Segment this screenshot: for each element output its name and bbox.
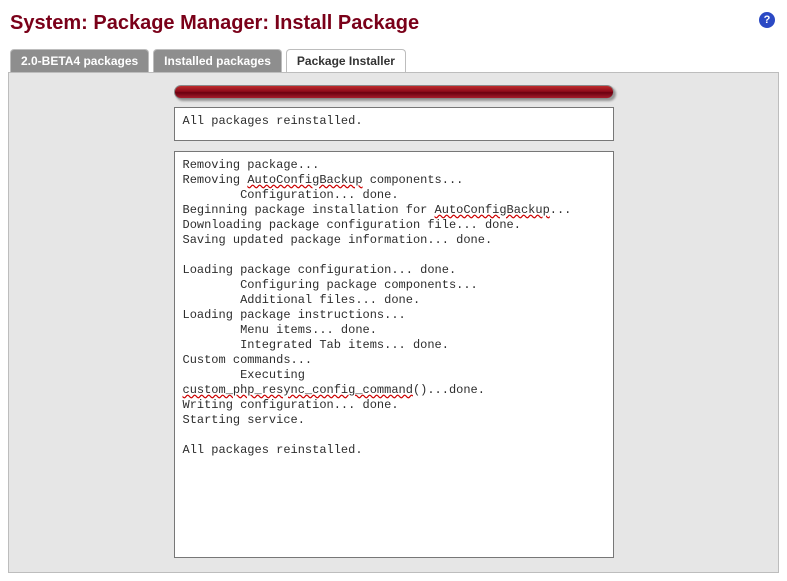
log-token: Executing bbox=[183, 368, 313, 382]
content-panel: All packages reinstalled. Removing packa… bbox=[8, 72, 779, 573]
log-line: Removing package... bbox=[183, 158, 605, 173]
log-line: Loading package configuration... done. bbox=[183, 263, 605, 278]
tab-installed-packages[interactable]: Installed packages bbox=[153, 49, 282, 72]
log-token: Beginning package installation for bbox=[183, 203, 435, 217]
tab-2-0-beta4-packages[interactable]: 2.0-BETA4 packages bbox=[10, 49, 149, 72]
log-token: Loading package configuration... done. bbox=[183, 263, 457, 277]
log-token: Integrated Tab items... done. bbox=[183, 338, 449, 352]
log-line: Custom commands... bbox=[183, 353, 605, 368]
log-token: Menu items... done. bbox=[183, 323, 377, 337]
log-line: Additional files... done. bbox=[183, 293, 605, 308]
log-line: Writing configuration... done. bbox=[183, 398, 605, 413]
log-token: ()...done. bbox=[413, 383, 485, 397]
log-token-underlined: custom_php_resync_config_command bbox=[183, 383, 413, 397]
help-icon[interactable]: ? bbox=[759, 12, 775, 28]
progress-wrap bbox=[9, 85, 778, 99]
log-line bbox=[183, 428, 605, 443]
status-box: All packages reinstalled. bbox=[174, 107, 614, 141]
log-token: Downloading package configuration file..… bbox=[183, 218, 521, 232]
progress-bar bbox=[174, 85, 614, 99]
log-line: Starting service. bbox=[183, 413, 605, 428]
log-token: Saving updated package information... do… bbox=[183, 233, 493, 247]
log-token-underlined: AutoConfigBackup bbox=[435, 203, 550, 217]
log-line: Executing custom_php_resync_config_comma… bbox=[183, 368, 605, 398]
log-box: Removing package...Removing AutoConfigBa… bbox=[174, 151, 614, 558]
log-token: All packages reinstalled. bbox=[183, 443, 363, 457]
log-token-underlined: AutoConfigBackup bbox=[247, 173, 362, 187]
log-token: Writing configuration... done. bbox=[183, 398, 399, 412]
log-token: Loading package instructions... bbox=[183, 308, 406, 322]
log-line: Menu items... done. bbox=[183, 323, 605, 338]
log-line bbox=[183, 248, 605, 263]
tabs: 2.0-BETA4 packagesInstalled packagesPack… bbox=[8, 49, 779, 72]
log-token: components... bbox=[363, 173, 464, 187]
log-line: Integrated Tab items... done. bbox=[183, 338, 605, 353]
log-token: Configuration... done. bbox=[183, 188, 399, 202]
log-line: Configuring package components... bbox=[183, 278, 605, 293]
log-token: Additional files... done. bbox=[183, 293, 421, 307]
log-line: Beginning package installation for AutoC… bbox=[183, 203, 605, 218]
log-token: Starting service. bbox=[183, 413, 305, 427]
log-token: Custom commands... bbox=[183, 353, 313, 367]
log-token: ... bbox=[550, 203, 572, 217]
log-line: Saving updated package information... do… bbox=[183, 233, 605, 248]
log-token: Removing bbox=[183, 173, 248, 187]
log-token: Removing package... bbox=[183, 158, 320, 172]
page-title: System: Package Manager: Install Package bbox=[10, 12, 419, 35]
tab-package-installer[interactable]: Package Installer bbox=[286, 49, 406, 72]
log-line: Loading package instructions... bbox=[183, 308, 605, 323]
log-line: Removing AutoConfigBackup components... bbox=[183, 173, 605, 188]
log-line: Downloading package configuration file..… bbox=[183, 218, 605, 233]
log-line: Configuration... done. bbox=[183, 188, 605, 203]
log-line: All packages reinstalled. bbox=[183, 443, 605, 458]
log-token: Configuring package components... bbox=[183, 278, 478, 292]
